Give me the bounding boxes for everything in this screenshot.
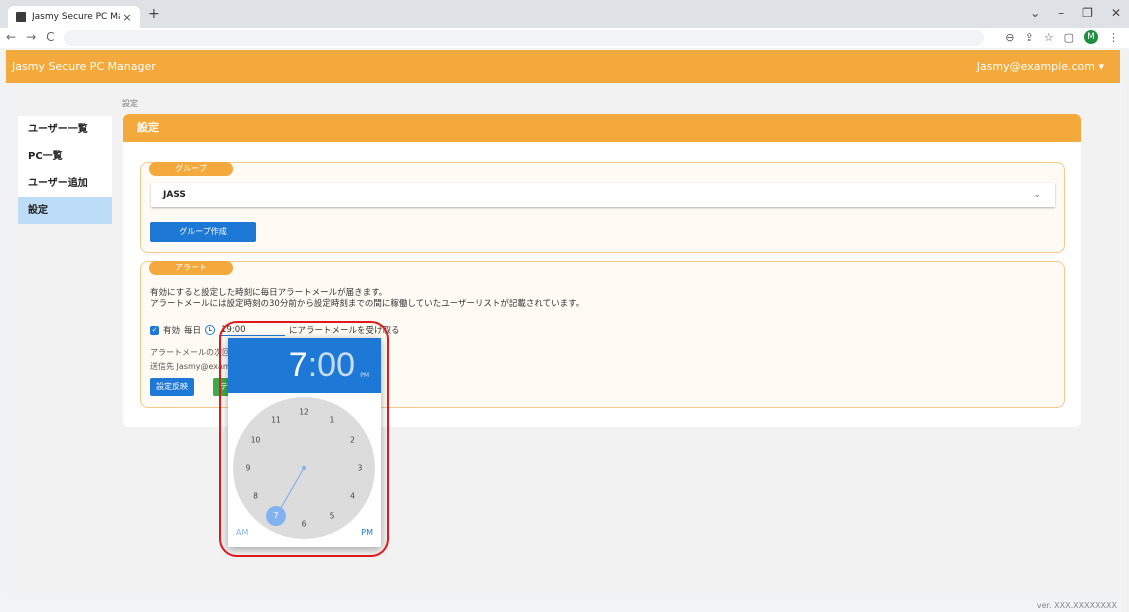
breadcrumb: 設定	[122, 99, 138, 108]
reload-icon[interactable]: C	[46, 30, 54, 44]
close-window-button[interactable]: ✕	[1111, 6, 1121, 20]
app-brand: Jasmy Secure PC Manager	[12, 60, 156, 73]
apply-settings-button[interactable]: 設定反映	[150, 378, 194, 396]
app-header: Jasmy Secure PC Manager Jasmy@example.co…	[6, 50, 1120, 83]
page-scrollbar[interactable]	[1122, 50, 1129, 612]
browser-toolbar: ← → C ⊖ ⇪ ☆ ▢ M ⋮	[0, 28, 1129, 48]
alert-description: 有効にすると設定した時刻に毎日アラートメールが届きます。 アラートメールには設定…	[150, 288, 584, 310]
window-controls: ⌄ – ❐ ✕	[1030, 6, 1121, 20]
group-label: グループ	[149, 162, 233, 176]
sidebar-item-add-user[interactable]: ユーザー追加	[18, 170, 112, 197]
chevron-down-icon: ⌄	[1033, 190, 1041, 200]
version-label: ver. XXX.XXXXXXXX	[1036, 601, 1117, 610]
sidebar-item-settings[interactable]: 設定	[18, 197, 112, 224]
enabled-label: 有効	[163, 326, 181, 336]
create-group-button[interactable]: グループ作成	[150, 222, 256, 242]
page-title: 設定	[123, 114, 1081, 142]
restore-button[interactable]: ❐	[1082, 6, 1093, 20]
profile-avatar[interactable]: M	[1084, 30, 1098, 44]
tab-search-icon[interactable]: ⌄	[1030, 6, 1040, 20]
site-favicon-icon	[16, 12, 26, 22]
alert-label: アラート	[149, 261, 233, 275]
tab-title: Jasmy Secure PC Manager	[32, 12, 120, 22]
minimize-button[interactable]: –	[1058, 6, 1064, 20]
new-tab-button[interactable]: +	[148, 6, 160, 22]
enabled-checkbox[interactable]: ✓	[150, 325, 159, 335]
sidebar: ユーザー一覧 PC一覧 ユーザー追加 設定	[18, 116, 112, 224]
more-menu-icon[interactable]: ⋮	[1108, 31, 1119, 44]
daily-label: 毎日	[184, 326, 202, 336]
tab-close-icon[interactable]: ×	[120, 11, 134, 24]
browser-tab[interactable]: Jasmy Secure PC Manager ×	[8, 6, 140, 28]
highlight-annotation	[219, 321, 389, 557]
browser-tab-bar: Jasmy Secure PC Manager × + ⌄ – ❐ ✕	[0, 0, 1129, 28]
sidebar-item-user-list[interactable]: ユーザー一覧	[18, 116, 112, 143]
group-select-value: JASS	[163, 190, 186, 200]
alert-description-line1: 有効にすると設定した時刻に毎日アラートメールが届きます。	[150, 288, 388, 298]
zoom-icon[interactable]: ⊖	[1005, 31, 1014, 44]
address-bar[interactable]	[64, 30, 984, 46]
bookmark-star-icon[interactable]: ☆	[1044, 31, 1054, 44]
clock-icon[interactable]	[205, 325, 216, 335]
sidebar-item-pc-list[interactable]: PC一覧	[18, 143, 112, 170]
share-icon[interactable]: ⇪	[1025, 31, 1034, 44]
alert-description-line2: アラートメールには設定時刻の30分前から設定時刻までの間に稼働していたユーザーリ…	[150, 299, 585, 309]
group-select[interactable]: JASS ⌄	[151, 183, 1055, 207]
user-menu[interactable]: Jasmy@example.com ▾	[977, 60, 1104, 73]
side-panel-icon[interactable]: ▢	[1064, 31, 1074, 44]
forward-icon[interactable]: →	[26, 30, 36, 44]
back-icon[interactable]: ←	[6, 30, 16, 44]
group-section: グループ JASS ⌄ グループ作成	[140, 162, 1065, 253]
